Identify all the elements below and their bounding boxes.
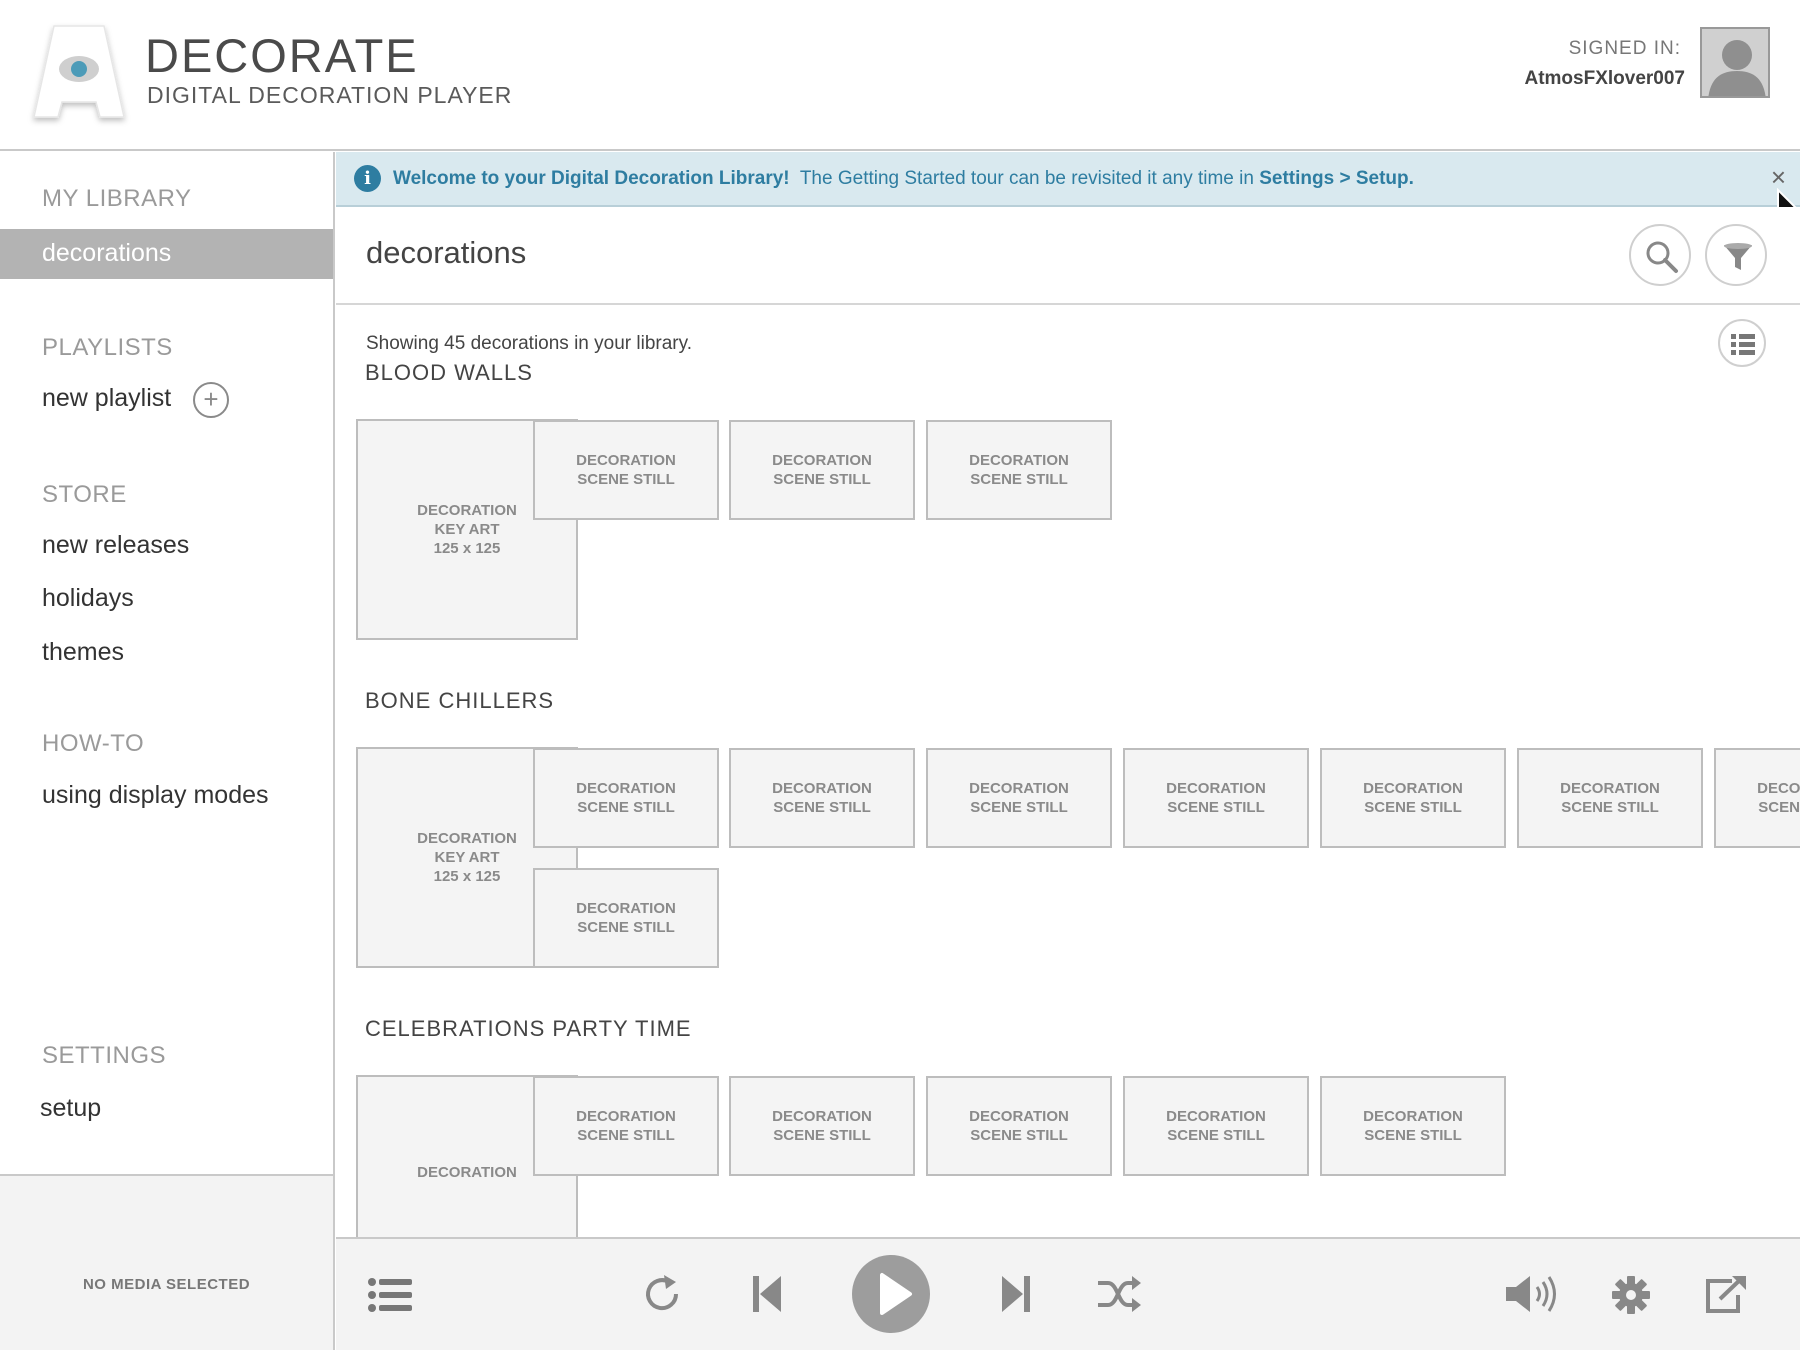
search-icon <box>1646 241 1678 273</box>
page-title: decorations <box>366 235 527 270</box>
scene-still-label: DECORATION SCENE STILL <box>772 780 872 816</box>
plus-icon: + <box>203 384 219 414</box>
decoration-scene-still[interactable]: DECORATION SCENE STILL <box>926 748 1112 848</box>
key-art-label: DECORATION KEY ART 125 x 125 <box>417 502 517 557</box>
scene-still-label: DECORATION SCENE STILL <box>1363 780 1463 816</box>
banner-settings-link[interactable]: Settings > Setup. <box>1259 168 1414 189</box>
decoration-scene-still[interactable]: DECORATION SCENE STILL <box>1123 1076 1309 1176</box>
decoration-scene-still[interactable]: DECORATION SCENE STILL <box>533 868 719 968</box>
decoration-scene-still[interactable]: DECORATION SCENE STILL <box>1517 748 1703 848</box>
scene-still-label: DECORATION SCENE STILL <box>576 452 676 488</box>
no-media-label: NO MEDIA SELECTED <box>82 1276 251 1293</box>
app-header: DECORATE DIGITAL DECORATION PLAYER SIGNE… <box>0 0 1800 151</box>
sidebar-item-setup[interactable]: setup <box>40 1094 101 1123</box>
sidebar-item-themes[interactable]: themes <box>42 638 124 667</box>
repeat-icon[interactable] <box>642 1273 684 1315</box>
section-title-celebrations-party-time: CELEBRATIONS PARTY TIME <box>365 1016 692 1041</box>
banner-text: The Getting Started tour can be revisite… <box>799 168 1254 189</box>
list-view-icon <box>1731 334 1755 355</box>
add-playlist-button[interactable]: + <box>193 382 229 418</box>
list-view-button[interactable] <box>1718 319 1766 367</box>
queue-icon[interactable] <box>368 1277 412 1313</box>
scene-still-label: DECORATION SCENE STILL <box>1363 1108 1463 1144</box>
section-title-bone-chillers: BONE CHILLERS <box>365 688 555 713</box>
decoration-scene-still[interactable]: DECORATION SCENE STILL <box>1714 748 1800 848</box>
decoration-scene-still[interactable]: DECORATION SCENE STILL <box>729 1076 915 1176</box>
decoration-scene-still[interactable]: DECORATION SCENE STILL <box>533 748 719 848</box>
sidebar-heading-store: STORE <box>42 481 127 508</box>
decoration-scene-still[interactable]: DECORATION SCENE STILL <box>729 420 915 520</box>
banner-bold-text: Welcome to your Digital Decoration Libra… <box>393 168 790 189</box>
scene-still-label: DECORATION SCENE STILL <box>969 1108 1069 1144</box>
decoration-scene-still[interactable]: DECORATION SCENE STILL <box>1320 1076 1506 1176</box>
signed-in-label: SIGNED IN: <box>1568 38 1681 59</box>
key-art-label: DECORATION KEY ART 125 x 125 <box>417 830 517 885</box>
scene-still-label: DECORATION SCENE STILL <box>969 452 1069 488</box>
decoration-scene-still[interactable]: DECORATION SCENE STILL <box>533 420 719 520</box>
scene-still-label: DECORATION SCENE STILL <box>772 452 872 488</box>
previous-icon[interactable] <box>751 1273 785 1315</box>
sidebar-item-label: decorations <box>42 239 172 267</box>
avatar[interactable] <box>1700 27 1770 98</box>
scene-still-label: DECORATION SCENE STILL <box>969 780 1069 816</box>
info-icon: i <box>354 165 381 192</box>
app-subtitle: DIGITAL DECORATION PLAYER <box>147 82 513 108</box>
banner-message: Welcome to your Digital Decoration Libra… <box>393 168 1414 190</box>
username[interactable]: AtmosFXlover007 <box>1524 68 1685 90</box>
section-title-blood-walls: BLOOD WALLS <box>365 360 533 385</box>
decoration-scene-still[interactable]: DECORATION SCENE STILL <box>1320 748 1506 848</box>
next-icon[interactable] <box>998 1273 1032 1315</box>
volume-icon[interactable] <box>1504 1273 1560 1315</box>
app-logo <box>33 25 125 118</box>
decoration-scene-still[interactable]: DECORATION SCENE STILL <box>926 420 1112 520</box>
now-playing-panel: NO MEDIA SELECTED <box>0 1174 333 1350</box>
decoration-scene-still[interactable]: DECORATION SCENE STILL <box>533 1076 719 1176</box>
filter-button[interactable] <box>1705 224 1767 286</box>
decoration-scene-still[interactable]: DECORATION SCENE STILL <box>1123 748 1309 848</box>
sidebar-heading-settings: SETTINGS <box>42 1042 167 1069</box>
scene-still-label: DECORATION SCENE STILL <box>576 1108 676 1144</box>
scene-still-label: DECORATION SCENE STILL <box>772 1108 872 1144</box>
sidebar-item-holidays[interactable]: holidays <box>42 584 134 613</box>
user-icon <box>1702 29 1768 96</box>
scene-still-label: DECORATION SCENE STILL <box>1166 780 1266 816</box>
sidebar-heading-playlists: PLAYLISTS <box>42 334 173 361</box>
scene-still-label: DECORATION SCENE STILL <box>576 900 676 936</box>
decoration-scene-still[interactable]: DECORATION SCENE STILL <box>729 748 915 848</box>
player-bar <box>336 1237 1800 1350</box>
sidebar-heading-my-library: MY LIBRARY <box>42 185 192 212</box>
sidebar-heading-how-to: HOW-TO <box>42 730 145 757</box>
sidebar-item-using-display-modes[interactable]: using display modes <box>42 781 269 810</box>
gear-icon[interactable] <box>1611 1275 1651 1315</box>
content-header: decorations <box>336 207 1800 305</box>
search-button[interactable] <box>1629 224 1691 286</box>
sidebar-item-new-releases[interactable]: new releases <box>42 531 189 560</box>
library-content: Showing 45 decorations in your library. … <box>336 307 1800 1237</box>
external-display-icon[interactable] <box>1704 1275 1748 1315</box>
filter-icon <box>1724 243 1752 270</box>
scene-still-label: DECORATION SCENE STILL <box>576 780 676 816</box>
sidebar: MY LIBRARY decorations PLAYLISTS new pla… <box>0 152 335 1350</box>
sidebar-item-new-playlist[interactable]: new playlist <box>42 384 171 413</box>
shuffle-icon[interactable] <box>1096 1273 1142 1315</box>
decoration-scene-still[interactable]: DECORATION SCENE STILL <box>926 1076 1112 1176</box>
scene-still-label: DECORATION SCENE STILL <box>1166 1108 1266 1144</box>
play-icon <box>880 1273 912 1315</box>
key-art-label: DECORATION <box>417 1164 517 1181</box>
scene-still-label: DECORATION SCENE STILL <box>1560 780 1660 816</box>
sidebar-item-decorations[interactable]: decorations <box>0 229 333 279</box>
app-title: DECORATE <box>145 29 419 82</box>
play-button[interactable] <box>852 1255 930 1333</box>
scene-still-label: DECORATION SCENE STILL <box>1757 780 1800 816</box>
welcome-banner: i Welcome to your Digital Decoration Lib… <box>336 152 1800 207</box>
library-count: Showing 45 decorations in your library. <box>366 333 692 354</box>
